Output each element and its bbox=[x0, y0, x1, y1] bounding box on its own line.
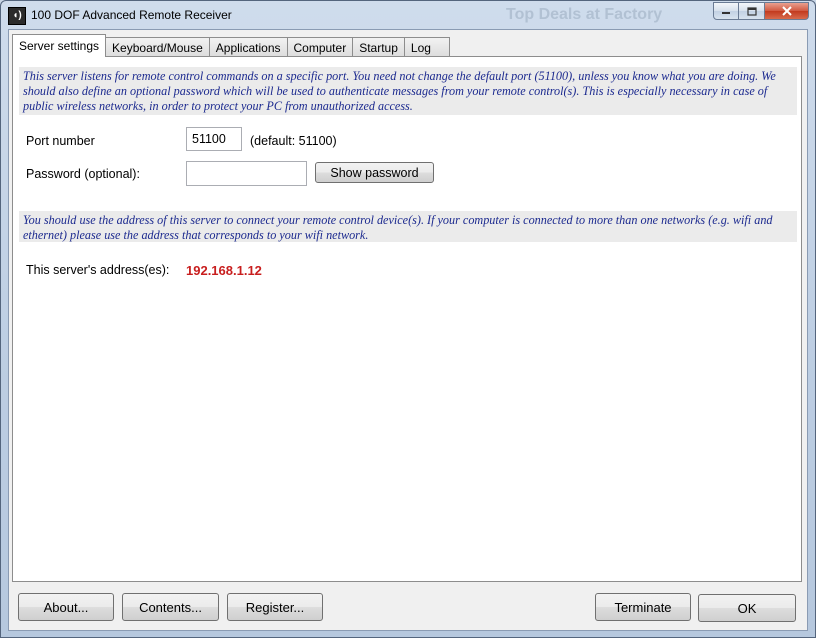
terminate-button[interactable]: Terminate bbox=[595, 593, 691, 621]
minimize-button[interactable] bbox=[713, 2, 739, 20]
background-window-text: Top Deals at Factory bbox=[506, 6, 663, 23]
contents-button[interactable]: Contents... bbox=[122, 593, 219, 621]
close-icon bbox=[781, 6, 792, 16]
tab-keyboard-mouse[interactable]: Keyboard/Mouse bbox=[105, 37, 210, 57]
password-field[interactable] bbox=[186, 161, 307, 186]
port-label: Port number bbox=[26, 134, 95, 148]
window-title: 100 DOF Advanced Remote Receiver bbox=[31, 8, 232, 22]
maximize-icon bbox=[746, 6, 757, 16]
intro-text: This server listens for remote control c… bbox=[19, 67, 797, 115]
app-window: ◖) 100 DOF Advanced Remote Receiver Top … bbox=[0, 0, 816, 638]
speaker-waves-icon: ◖) bbox=[8, 7, 26, 25]
address-label: This server's address(es): bbox=[26, 263, 170, 277]
tab-server-settings[interactable]: Server settings bbox=[12, 34, 107, 57]
window-controls bbox=[713, 2, 809, 22]
tab-startup[interactable]: Startup bbox=[352, 37, 405, 57]
ok-button[interactable]: OK bbox=[698, 594, 796, 622]
title-bar[interactable]: ◖) 100 DOF Advanced Remote Receiver Top … bbox=[1, 1, 815, 29]
address-info-text: You should use the address of this serve… bbox=[19, 211, 797, 242]
register-button[interactable]: Register... bbox=[227, 593, 323, 621]
server-settings-panel: This server listens for remote control c… bbox=[12, 56, 802, 582]
tab-strip: Server settings Keyboard/Mouse Applicati… bbox=[12, 34, 450, 57]
tab-computer[interactable]: Computer bbox=[286, 37, 354, 57]
port-default-text: (default: 51100) bbox=[250, 134, 337, 148]
server-address: 192.168.1.12 bbox=[186, 263, 262, 278]
tab-applications[interactable]: Applications bbox=[208, 37, 288, 57]
about-button[interactable]: About... bbox=[18, 593, 114, 621]
maximize-button[interactable] bbox=[739, 2, 765, 20]
tab-log[interactable]: Log bbox=[403, 37, 450, 57]
password-label: Password (optional): bbox=[26, 167, 140, 181]
close-button[interactable] bbox=[765, 2, 809, 20]
show-password-button[interactable]: Show password bbox=[315, 162, 434, 183]
minimize-icon bbox=[722, 12, 730, 14]
port-input[interactable] bbox=[186, 127, 242, 151]
client-area: Server settings Keyboard/Mouse Applicati… bbox=[8, 29, 808, 631]
